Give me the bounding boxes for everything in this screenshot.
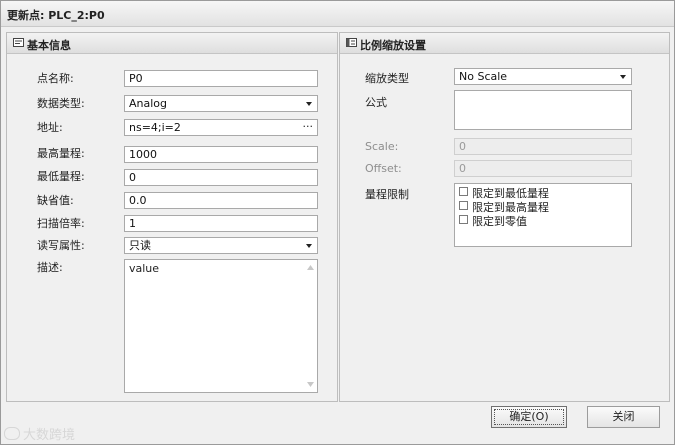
list-icon xyxy=(346,38,357,47)
point-name-label: 点名称: xyxy=(37,72,74,85)
form-icon xyxy=(13,38,24,47)
description-label: 描述: xyxy=(37,261,63,274)
chevron-down-icon[interactable] xyxy=(620,75,626,79)
chevron-down-icon[interactable] xyxy=(306,244,312,248)
default-value-label: 缺省值: xyxy=(37,194,74,207)
close-button[interactable]: 关闭 xyxy=(587,406,660,428)
address-label: 地址: xyxy=(37,121,63,134)
watermark: 大数跨境 xyxy=(4,424,75,443)
min-range-label: 最低量程: xyxy=(37,170,85,183)
chevron-down-icon[interactable] xyxy=(306,102,312,106)
scan-rate-label: 扫描倍率: xyxy=(37,217,85,230)
limit-max-checkbox[interactable] xyxy=(459,201,468,210)
scan-rate-input[interactable]: 1 xyxy=(124,215,318,232)
scaling-settings-title: 比例缩放设置 xyxy=(360,39,426,52)
data-type-value: Analog xyxy=(129,97,168,110)
offset-input[interactable]: 0 xyxy=(454,160,632,177)
scale-type-select[interactable]: No Scale xyxy=(454,68,632,85)
limit-min-checkbox[interactable] xyxy=(459,187,468,196)
range-limit-label: 量程限制 xyxy=(365,188,409,201)
basic-info-header: 基本信息 xyxy=(7,33,337,54)
watermark-logo-icon xyxy=(4,427,20,440)
min-range-input[interactable]: 0 xyxy=(124,169,318,186)
scaling-settings-header: 比例缩放设置 xyxy=(340,33,669,54)
formula-label: 公式 xyxy=(365,96,387,109)
offset-label: Offset: xyxy=(365,162,402,175)
rw-attr-label: 读写属性: xyxy=(37,239,85,252)
basic-info-title: 基本信息 xyxy=(27,39,71,52)
range-limit-options: 限定到最低量程 限定到最高量程 限定到零值 xyxy=(454,183,632,247)
description-textarea[interactable]: value xyxy=(124,259,318,393)
basic-info-panel: 基本信息 点名称: P0 数据类型: Analog 地址: ns=4;i=2 ·… xyxy=(6,32,338,402)
update-point-dialog: 更新点: PLC_2:P0 基本信息 点名称: P0 数据类型: Analog … xyxy=(0,0,675,445)
data-type-select[interactable]: Analog xyxy=(124,95,318,112)
default-value-input[interactable]: 0.0 xyxy=(124,192,318,209)
scale-label: Scale: xyxy=(365,140,399,153)
data-type-label: 数据类型: xyxy=(37,97,85,110)
formula-textarea[interactable] xyxy=(454,90,632,130)
scroll-down-icon[interactable] xyxy=(307,382,314,387)
scroll-up-icon[interactable] xyxy=(307,265,314,270)
title-bar: 更新点: PLC_2:P0 xyxy=(1,1,674,27)
max-range-label: 最高量程: xyxy=(37,147,85,160)
watermark-text: 大数跨境 xyxy=(23,428,76,443)
limit-zero-label: 限定到零值 xyxy=(472,215,527,228)
scale-input[interactable]: 0 xyxy=(454,138,632,155)
browse-ellipsis-icon[interactable]: ··· xyxy=(303,120,314,134)
scale-type-label: 缩放类型 xyxy=(365,72,409,85)
max-range-input[interactable]: 1000 xyxy=(124,146,318,163)
dialog-title: 更新点: PLC_2:P0 xyxy=(7,9,105,22)
ok-button[interactable]: 确定(O) xyxy=(491,406,567,428)
rw-attr-value: 只读 xyxy=(129,239,151,252)
address-value: ns=4;i=2 xyxy=(129,121,181,134)
rw-attr-select[interactable]: 只读 xyxy=(124,237,318,254)
description-value: value xyxy=(129,262,160,275)
limit-zero-checkbox[interactable] xyxy=(459,215,468,224)
point-name-input[interactable]: P0 xyxy=(124,70,318,87)
scale-type-value: No Scale xyxy=(459,70,508,83)
scaling-settings-panel: 比例缩放设置 缩放类型 No Scale 公式 Scale: 0 Offset:… xyxy=(339,32,670,402)
address-input[interactable]: ns=4;i=2 ··· xyxy=(124,119,318,136)
